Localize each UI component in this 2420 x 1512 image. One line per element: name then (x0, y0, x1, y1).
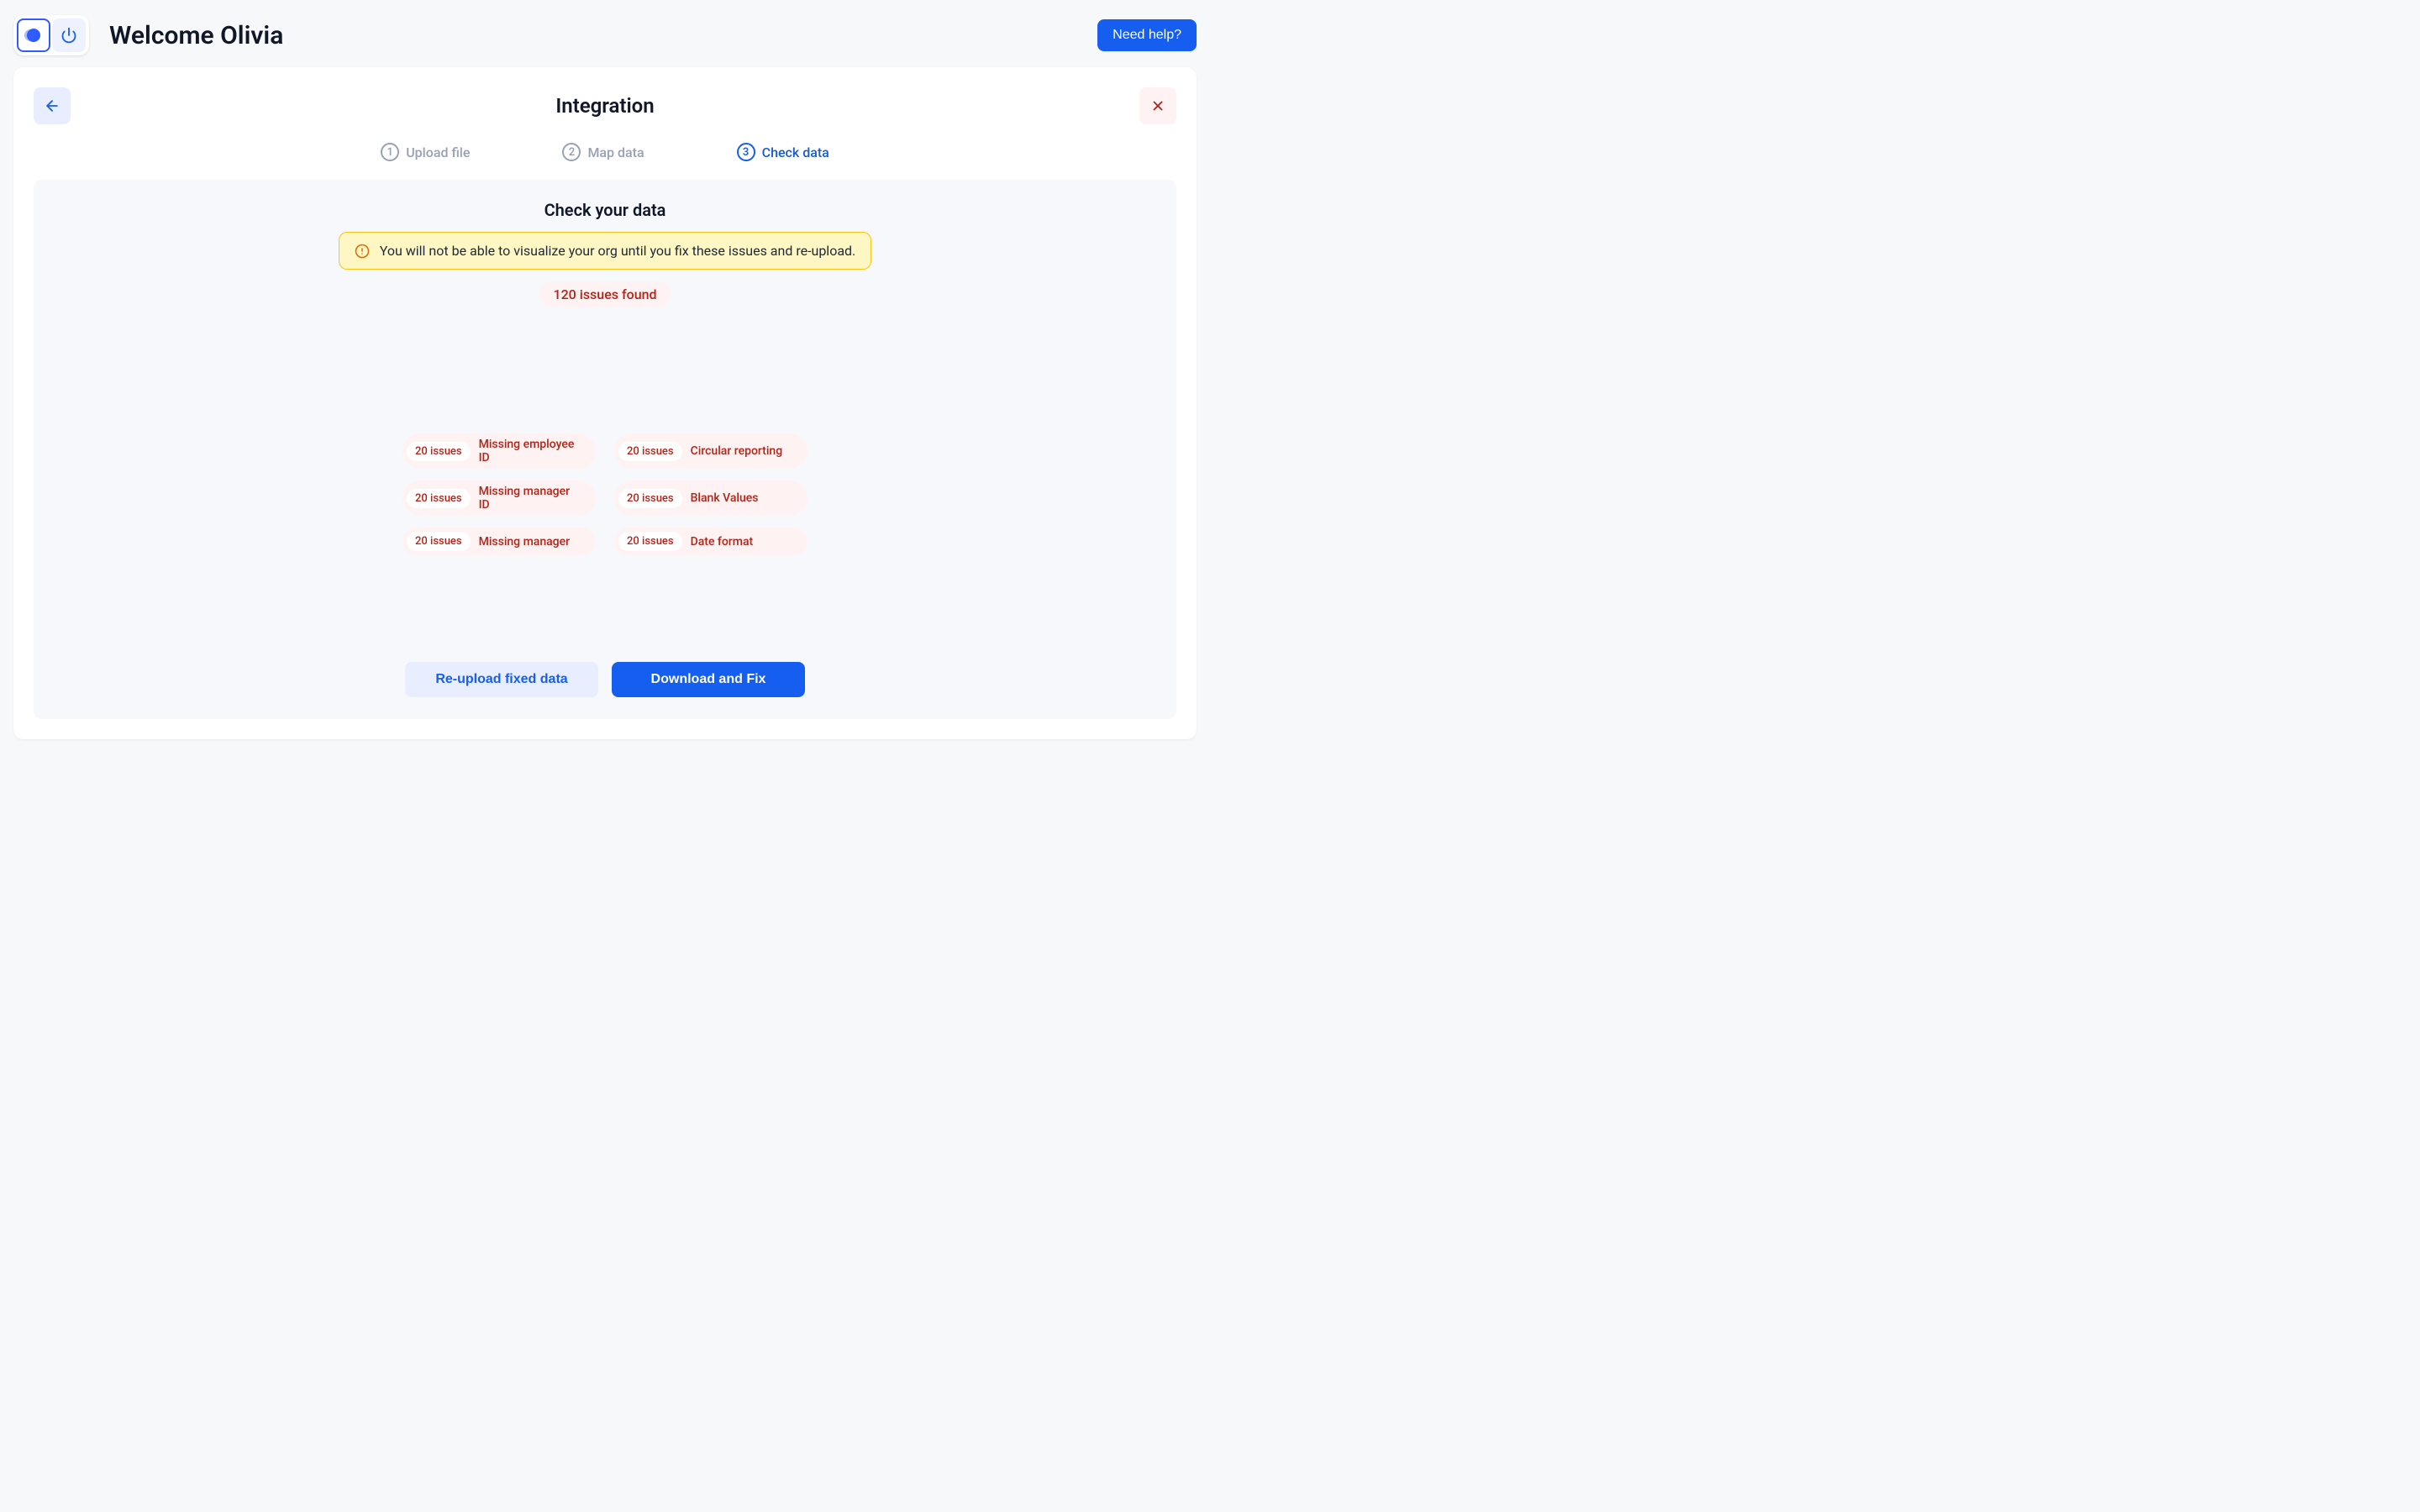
issue-label: Missing employee ID (479, 438, 582, 465)
close-button[interactable] (1139, 87, 1176, 124)
issue-blank-values[interactable]: 20 issues Blank Values (614, 480, 808, 516)
panel-actions: Re-upload fixed data Download and Fix (405, 662, 805, 697)
issue-missing-manager[interactable]: 20 issues Missing manager (402, 528, 596, 555)
reupload-button[interactable]: Re-upload fixed data (405, 662, 598, 697)
issue-count: 20 issues (618, 489, 682, 508)
arrow-left-icon (44, 97, 60, 114)
step-label: Map data (587, 144, 644, 160)
issues-grid: 20 issues Missing employee ID 20 issues … (402, 433, 808, 555)
step-label: Check data (762, 144, 829, 160)
check-data-panel: Check your data You will not be able to … (34, 180, 1176, 719)
back-button[interactable] (34, 87, 71, 124)
issue-missing-employee-id[interactable]: 20 issues Missing employee ID (402, 433, 596, 469)
issue-label: Missing manager (479, 535, 570, 549)
help-button[interactable]: Need help? (1097, 19, 1197, 51)
issue-missing-manager-id[interactable]: 20 issues Missing manager ID (402, 480, 596, 516)
app-switcher[interactable] (13, 15, 89, 55)
issue-count: 20 issues (618, 442, 682, 461)
step-label: Upload file (406, 144, 470, 160)
logo-dot-icon (27, 29, 40, 42)
issue-label: Circular reporting (691, 444, 783, 458)
app-header: Welcome Olivia Need help? (0, 0, 1210, 67)
alert-circle-icon (355, 244, 370, 259)
issue-count: 20 issues (618, 532, 682, 551)
issue-label: Missing manager ID (479, 485, 582, 512)
integration-card: Integration 1 Upload file 2 Map data 3 C… (13, 67, 1197, 739)
card-title: Integration (555, 94, 654, 118)
issue-label: Blank Values (691, 491, 759, 505)
step-map-data[interactable]: 2 Map data (562, 143, 644, 161)
step-number: 1 (381, 143, 399, 161)
panel-title: Check your data (544, 200, 666, 220)
close-icon (1150, 98, 1165, 113)
issue-count: 20 issues (407, 489, 471, 508)
download-fix-button[interactable]: Download and Fix (612, 662, 805, 697)
issues-total-badge: 120 issues found (539, 281, 670, 307)
stepper: 1 Upload file 2 Map data 3 Check data (34, 143, 1176, 161)
warning-alert: You will not be able to visualize your o… (339, 232, 872, 270)
step-upload-file[interactable]: 1 Upload file (381, 143, 470, 161)
app-logo-secondary[interactable] (52, 18, 86, 52)
power-icon (60, 27, 77, 44)
issue-circular-reporting[interactable]: 20 issues Circular reporting (614, 433, 808, 469)
issue-date-format[interactable]: 20 issues Date format (614, 528, 808, 555)
card-header: Integration (34, 87, 1176, 124)
app-logo-primary[interactable] (17, 18, 50, 52)
welcome-title: Welcome Olivia (109, 21, 283, 50)
issue-count: 20 issues (407, 442, 471, 461)
alert-text: You will not be able to visualize your o… (380, 243, 856, 259)
issue-count: 20 issues (407, 532, 471, 551)
issue-label: Date format (691, 535, 754, 549)
step-number: 2 (562, 143, 581, 161)
header-left: Welcome Olivia (13, 15, 283, 55)
step-check-data[interactable]: 3 Check data (737, 143, 829, 161)
step-number: 3 (737, 143, 755, 161)
